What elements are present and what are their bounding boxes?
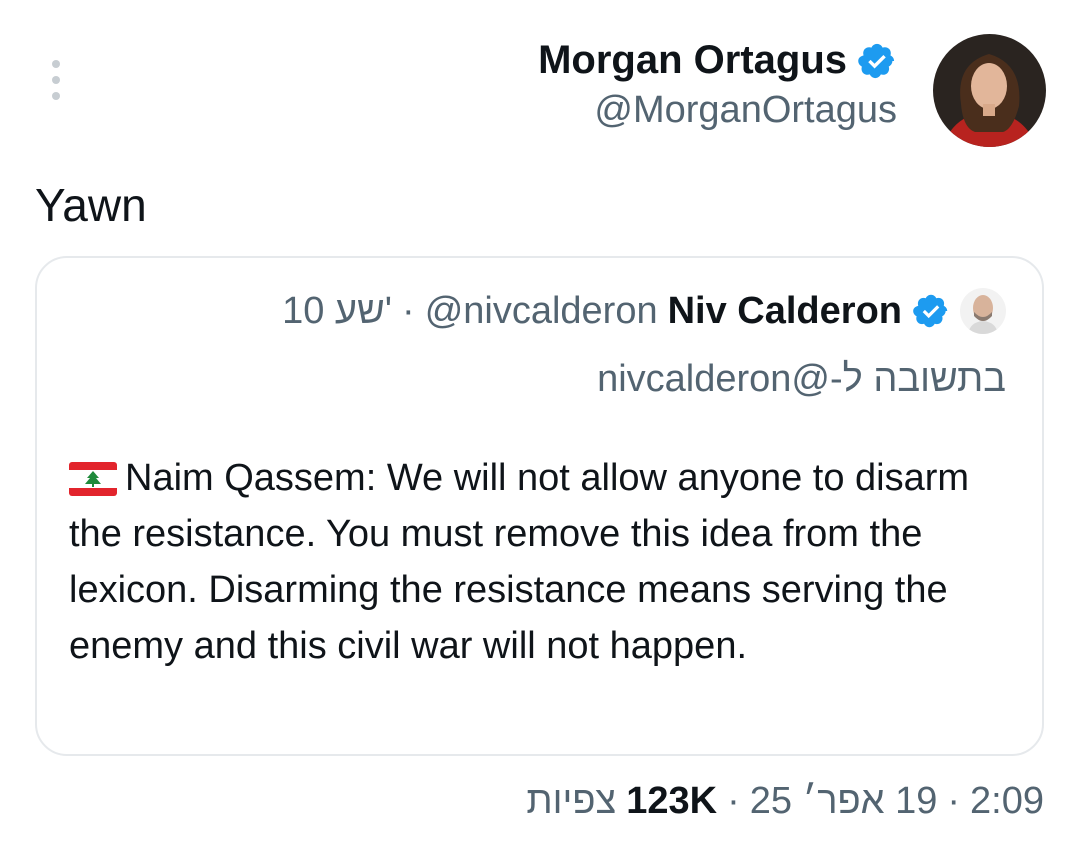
quote-time[interactable]: 10 שע'	[282, 290, 392, 333]
quote-header: 10 שע' · @nivcalderon Niv Calderon	[282, 288, 1006, 334]
views-label: צפיות	[526, 780, 617, 822]
dot	[52, 92, 60, 100]
tweet-time[interactable]: 2:09	[970, 780, 1044, 823]
tweet-date[interactable]: 19 אפר׳ 25	[750, 780, 938, 823]
tweet-meta: 2:09 · 19 אפר׳ 25 · 123K צפיות	[526, 780, 1044, 823]
quote-body: Naim Qassem: We will not allow anyone to…	[69, 450, 1019, 674]
quote-body-text: Naim Qassem: We will not allow anyone to…	[69, 457, 970, 667]
separator: ·	[402, 289, 415, 332]
quote-author-name[interactable]: Niv Calderon	[668, 290, 902, 333]
lebanon-flag-icon	[69, 462, 117, 496]
quoted-tweet[interactable]: 10 שע' · @nivcalderon Niv Calderon בתשוב…	[35, 256, 1044, 756]
author-handle[interactable]: @MorganOrtagus	[538, 89, 897, 132]
views-count: 123K	[626, 780, 718, 822]
tweet-text: Yawn	[35, 179, 147, 231]
verified-badge-icon	[913, 294, 948, 328]
dot	[52, 60, 60, 68]
author-name[interactable]: Morgan Ortagus	[538, 38, 847, 83]
quote-handle[interactable]: @nivcalderon	[425, 290, 658, 333]
quote-avatar[interactable]	[960, 288, 1006, 334]
avatar[interactable]	[933, 34, 1046, 147]
dot	[52, 76, 60, 84]
separator: ·	[947, 780, 961, 822]
author-info[interactable]: Morgan Ortagus @MorganOrtagus	[538, 38, 897, 132]
reply-context[interactable]: בתשובה ל-@nivcalderon	[597, 358, 1006, 401]
verified-badge-icon	[858, 43, 895, 78]
separator: ·	[727, 780, 740, 822]
more-options-icon[interactable]	[46, 60, 66, 100]
